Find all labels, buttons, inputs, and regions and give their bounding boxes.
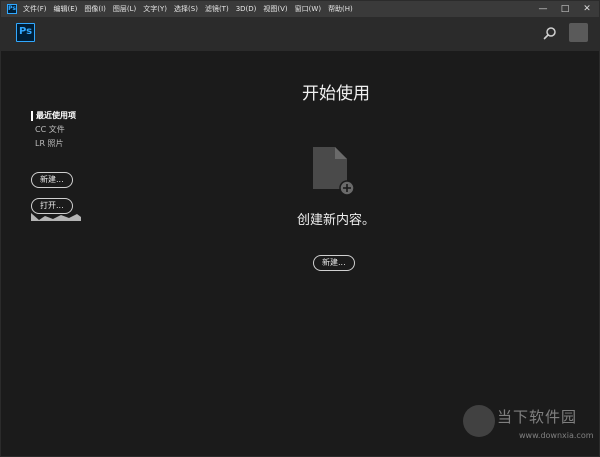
minimize-button[interactable]: — (537, 3, 549, 15)
photoshop-window: Ps 文件(F) 编辑(E) 图像(I) 图层(L) 文字(Y) 选择(S) 滤… (0, 0, 600, 457)
menu-layer[interactable]: 图层(L) (113, 4, 136, 14)
avatar[interactable] (569, 23, 588, 42)
menu-edit[interactable]: 编辑(E) (54, 4, 78, 14)
maximize-button[interactable]: □ (559, 3, 571, 15)
menu-file[interactable]: 文件(F) (23, 4, 47, 14)
create-new-content-text: 创建新内容。 (296, 213, 375, 228)
watermark: 当下软件园 www.downxia.com (463, 405, 594, 445)
menu-bar: Ps 文件(F) 编辑(E) 图像(I) 图层(L) 文字(Y) 选择(S) 滤… (1, 1, 599, 17)
menu-image[interactable]: 图像(I) (84, 4, 106, 14)
sidebar-item-recent[interactable]: 最近使用项 (31, 111, 121, 121)
watermark-title: 当下软件园 (497, 408, 578, 426)
menu-filter[interactable]: 滤镜(T) (205, 4, 229, 14)
main-new-button[interactable]: 新建... (313, 255, 355, 271)
menu-type[interactable]: 文字(Y) (143, 4, 167, 14)
app-mini-icon[interactable]: Ps (7, 4, 17, 14)
sidebar-item-lr-photos[interactable]: LR 照片 (31, 139, 121, 149)
page-title: 开始使用 (302, 84, 370, 104)
watermark-logo-icon (463, 405, 495, 437)
window-controls: — □ ✕ (537, 3, 593, 15)
menu-select[interactable]: 选择(S) (174, 4, 198, 14)
menu-items: 文件(F) 编辑(E) 图像(I) 图层(L) 文字(Y) 选择(S) 滤镜(T… (23, 4, 353, 14)
watermark-url: www.downxia.com (519, 431, 594, 440)
app-header: Ps (1, 17, 599, 51)
search-icon[interactable] (543, 26, 557, 40)
menu-view[interactable]: 视图(V) (263, 4, 287, 14)
close-button[interactable]: ✕ (581, 3, 593, 15)
new-document-icon (313, 147, 355, 196)
ps-banner-decoration (31, 213, 81, 221)
sidebar-item-cc-files[interactable]: CC 文件 (31, 125, 121, 135)
sidebar-new-button[interactable]: 新建... (31, 172, 73, 188)
menu-3d[interactable]: 3D(D) (236, 5, 257, 13)
menu-help[interactable]: 帮助(H) (328, 4, 353, 14)
menu-window[interactable]: 窗口(W) (295, 4, 321, 14)
photoshop-logo[interactable]: Ps (16, 23, 35, 42)
sidebar: 最近使用项 CC 文件 LR 照片 (31, 111, 121, 153)
